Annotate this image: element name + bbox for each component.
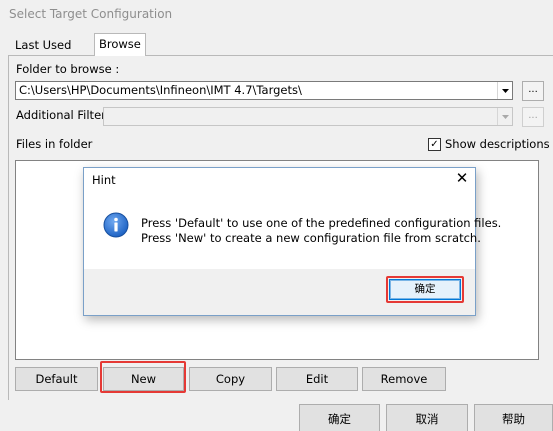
filter-combobox[interactable] — [103, 107, 513, 126]
chevron-down-icon — [497, 108, 512, 125]
remove-button[interactable]: Remove — [362, 367, 446, 391]
new-button[interactable]: New — [103, 367, 184, 391]
window-title: Select Target Configuration — [9, 7, 173, 21]
dialog-message-line2: Press 'New' to create a new configuratio… — [141, 231, 481, 245]
dialog-ok-button[interactable]: 确定 — [389, 279, 461, 300]
files-label: Files in folder — [16, 137, 93, 151]
folder-label: Folder to browse : — [16, 62, 120, 76]
tab-browse[interactable]: Browse — [94, 33, 146, 56]
dialog-title: Hint — [92, 173, 116, 187]
folder-browse-button[interactable]: ... — [522, 81, 544, 101]
info-icon — [103, 212, 129, 238]
tab-last-used[interactable]: Last Used — [10, 35, 77, 55]
folder-value: C:\Users\HP\Documents\Infineon\IMT 4.7\T… — [19, 83, 302, 97]
hint-dialog: Hint ✕ Press 'Default' to use one of the… — [83, 167, 501, 316]
filter-label: Additional Filter: — [16, 108, 110, 122]
cancel-button[interactable]: 取消 — [386, 404, 468, 431]
show-descriptions-checkbox[interactable]: ✓ — [428, 138, 441, 151]
default-button[interactable]: Default — [15, 367, 98, 391]
dialog-message: Press 'Default' to use one of the predef… — [141, 216, 501, 246]
chevron-down-icon[interactable] — [497, 82, 512, 99]
ok-button[interactable]: 确定 — [299, 404, 380, 431]
dialog-message-line1: Press 'Default' to use one of the predef… — [141, 216, 502, 230]
filter-browse-button[interactable]: ... — [522, 107, 544, 127]
copy-button[interactable]: Copy — [189, 367, 272, 391]
help-button[interactable]: 帮助 — [474, 404, 553, 431]
show-descriptions-label[interactable]: Show descriptions — [445, 137, 550, 151]
folder-combobox[interactable]: C:\Users\HP\Documents\Infineon\IMT 4.7\T… — [15, 81, 513, 100]
edit-button[interactable]: Edit — [276, 367, 358, 391]
close-icon[interactable]: ✕ — [454, 170, 470, 186]
